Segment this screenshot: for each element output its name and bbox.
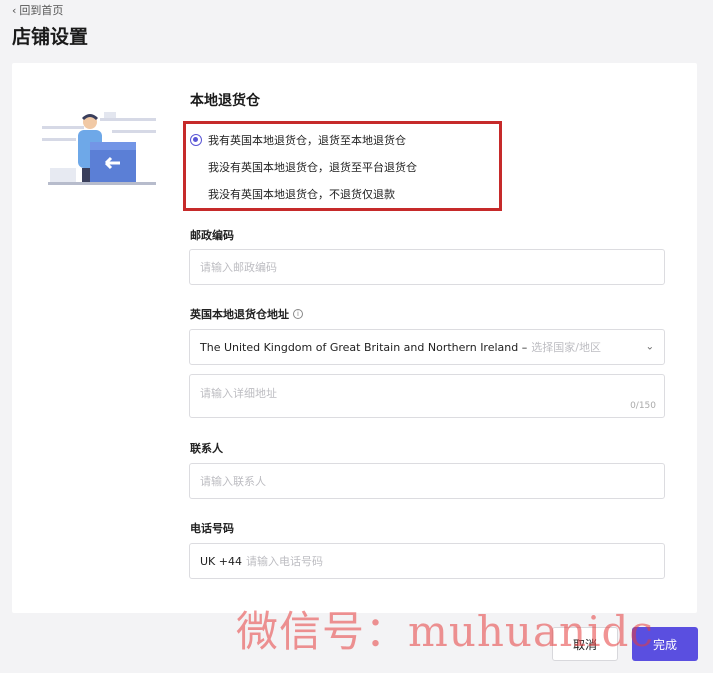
address-detail-input[interactable]: 请输入详细地址 0/150 — [189, 374, 665, 418]
chevron-down-icon: ⌄ — [645, 341, 654, 353]
contact-label: 联系人 — [190, 442, 223, 455]
char-counter: 0/150 — [630, 401, 656, 411]
info-icon[interactable]: i — [293, 309, 303, 319]
country-select[interactable]: The United Kingdom of Great Britain and … — [189, 329, 665, 365]
back-link-label: 回到首页 — [19, 4, 64, 17]
radio-unselected-icon[interactable] — [190, 161, 202, 173]
country-value: The United Kingdom of Great Britain and … — [200, 340, 528, 354]
settings-card: 本地退货仓 我有英国本地退货仓，退货至本地退货仓 我没有英国本地退货仓，退货至平… — [12, 63, 697, 613]
address-detail-placeholder: 请输入详细地址 — [200, 387, 277, 400]
phone-placeholder: 请输入电话号码 — [245, 555, 323, 568]
radio-unselected-icon[interactable] — [190, 188, 202, 200]
cancel-button[interactable]: 取消 — [552, 627, 618, 661]
chevron-left-icon: ‹ — [12, 3, 17, 17]
section-title: 本地退货仓 — [190, 93, 260, 109]
phone-input[interactable]: UK +44 请输入电话号码 — [189, 543, 665, 579]
radio-option-label: 我没有英国本地退货仓，不退货仅退款 — [208, 188, 395, 201]
done-button[interactable]: 完成 — [632, 627, 698, 661]
postal-code-label: 邮政编码 — [190, 229, 234, 242]
radio-option-label: 我没有英国本地退货仓，退货至平台退货仓 — [208, 161, 417, 174]
radio-selected-icon[interactable] — [190, 134, 202, 146]
postal-code-input[interactable]: 请输入邮政编码 — [189, 249, 665, 285]
back-link[interactable]: ‹ 回到首页 — [12, 2, 63, 18]
warehouse-illustration-icon — [42, 112, 156, 185]
contact-placeholder: 请输入联系人 — [200, 475, 266, 488]
contact-input[interactable]: 请输入联系人 — [189, 463, 665, 499]
radio-option-label: 我有英国本地退货仓，退货至本地退货仓 — [208, 134, 406, 147]
address-label: 英国本地退货仓地址 i — [190, 306, 303, 322]
phone-label: 电话号码 — [190, 522, 234, 535]
radio-option-refund-only[interactable]: 我没有英国本地退货仓，不退货仅退款 — [190, 186, 395, 202]
page-title: 店铺设置 — [12, 26, 89, 48]
radio-option-local-warehouse[interactable]: 我有英国本地退货仓，退货至本地退货仓 — [190, 132, 406, 148]
region-placeholder: 选择国家/地区 — [531, 341, 601, 354]
postal-code-placeholder: 请输入邮政编码 — [200, 261, 277, 274]
address-label-text: 英国本地退货仓地址 — [190, 308, 289, 321]
phone-prefix[interactable]: UK +44 — [200, 555, 242, 568]
radio-option-platform-warehouse[interactable]: 我没有英国本地退货仓，退货至平台退货仓 — [190, 159, 417, 175]
